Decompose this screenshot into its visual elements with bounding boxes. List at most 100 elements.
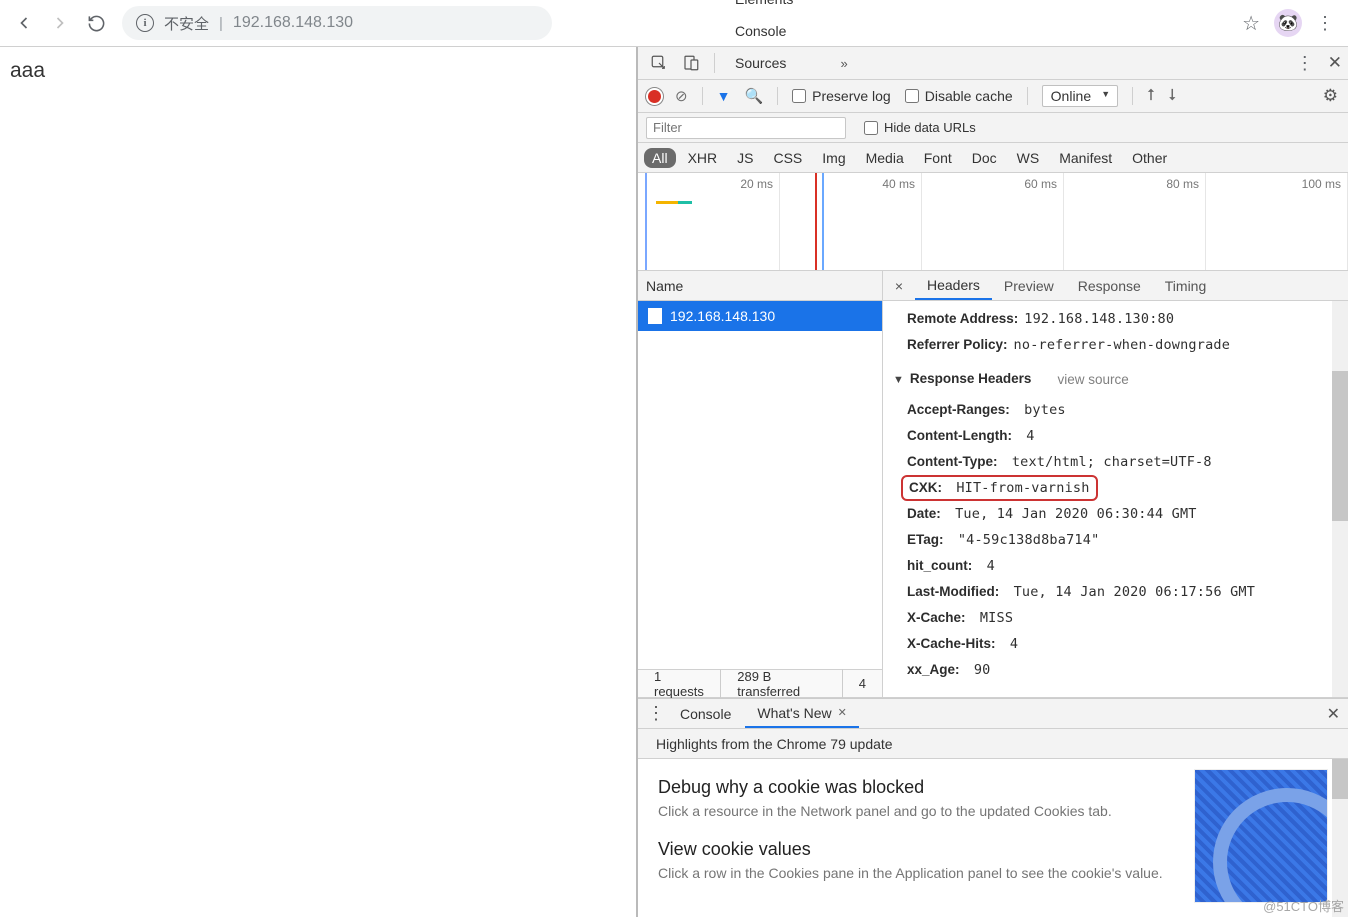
response-header-row: X-Cache-Hits: 4 <box>897 631 1348 657</box>
type-chip-img[interactable]: Img <box>814 148 853 168</box>
profile-avatar[interactable]: 🐼 <box>1274 9 1302 37</box>
hide-data-urls-checkbox[interactable]: Hide data URLs <box>864 120 976 135</box>
forward-button[interactable] <box>44 7 76 39</box>
close-icon[interactable]: ✕ <box>838 706 847 719</box>
scrollbar-track[interactable] <box>1332 301 1348 697</box>
download-har-icon[interactable]: ⭣ <box>1169 87 1177 105</box>
response-headers-section[interactable]: ▼Response Headers view source <box>893 366 1348 393</box>
disable-cache-checkbox[interactable]: Disable cache <box>905 88 1013 104</box>
type-chip-all[interactable]: All <box>644 148 676 168</box>
response-header-row: Accept-Ranges: bytes <box>897 397 1348 423</box>
page-content: aaa <box>0 47 636 917</box>
type-chip-doc[interactable]: Doc <box>964 148 1005 168</box>
filter-icon[interactable]: ▼ <box>717 88 731 104</box>
preserve-log-checkbox[interactable]: Preserve log <box>792 88 891 104</box>
tick-label: 40 ms <box>882 177 915 191</box>
devtools-panel: ElementsConsoleSourcesNetworkPerformance… <box>636 47 1348 917</box>
details-tabbar: × HeadersPreviewResponseTiming <box>883 271 1348 301</box>
drawer-close-icon[interactable]: ✕ <box>1327 704 1340 724</box>
network-body: Name 192.168.148.130 1 requests 289 B tr… <box>638 271 1348 698</box>
bookmark-star-icon[interactable]: ☆ <box>1242 11 1260 36</box>
clear-icon[interactable]: ⊘ <box>675 87 688 105</box>
request-details: × HeadersPreviewResponseTiming Remote Ad… <box>883 271 1348 697</box>
details-tab-response[interactable]: Response <box>1066 271 1153 300</box>
info-icon[interactable]: i <box>136 14 154 32</box>
devtools-close-icon[interactable]: ✕ <box>1328 53 1342 73</box>
response-header-row: Last-Modified: Tue, 14 Jan 2020 06:17:56… <box>897 579 1348 605</box>
network-timeline[interactable]: 20 ms 40 ms 60 ms 80 ms 100 ms <box>638 173 1348 271</box>
network-toolbar: ⊘ ▼ 🔍 Preserve log Disable cache Online … <box>638 80 1348 113</box>
drawer-heading: Highlights from the Chrome 79 update <box>638 729 1348 759</box>
devtools-tab-sources[interactable]: Sources <box>723 47 827 79</box>
settings-gear-icon[interactable]: ⚙ <box>1323 86 1338 106</box>
filter-input[interactable] <box>646 117 846 139</box>
whatsnew-item-desc: Click a row in the Cookies pane in the A… <box>658 864 1198 883</box>
scrollbar-track[interactable] <box>1332 759 1348 917</box>
search-icon[interactable]: 🔍 <box>744 87 763 105</box>
address-bar[interactable]: i 不安全 | 192.168.148.130 <box>122 6 552 40</box>
resource-type-filter: AllXHRJSCSSImgMediaFontDocWSManifestOthe… <box>638 143 1348 173</box>
type-chip-xhr[interactable]: XHR <box>680 148 726 168</box>
type-chip-media[interactable]: Media <box>858 148 912 168</box>
scrollbar-thumb[interactable] <box>1332 759 1348 799</box>
request-row[interactable]: 192.168.148.130 <box>638 301 882 331</box>
details-tab-headers[interactable]: Headers <box>915 271 992 300</box>
request-list: Name 192.168.148.130 1 requests 289 B tr… <box>638 271 883 697</box>
tick-label: 100 ms <box>1302 177 1341 191</box>
tick-label: 60 ms <box>1024 177 1057 191</box>
more-tabs-icon[interactable]: » <box>829 48 859 78</box>
whatsnew-item-title[interactable]: View cookie values <box>658 839 1198 860</box>
throttling-select[interactable]: Online <box>1042 85 1118 107</box>
devtools-tab-elements[interactable]: Elements <box>723 0 827 15</box>
whatsnew-item-title[interactable]: Debug why a cookie was blocked <box>658 777 1198 798</box>
scrollbar-thumb[interactable] <box>1332 371 1348 521</box>
request-footer: 1 requests 289 B transferred 4 <box>638 669 882 697</box>
watermark: @51CTO博客 <box>1263 896 1344 915</box>
type-chip-ws[interactable]: WS <box>1009 148 1048 168</box>
response-header-row: xx_Age: 90 <box>897 657 1348 683</box>
response-header-row: Content-Type: text/html; charset=UTF-8 <box>897 449 1348 475</box>
type-chip-css[interactable]: CSS <box>765 148 810 168</box>
type-chip-js[interactable]: JS <box>729 148 761 168</box>
drawer-body: Debug why a cookie was blocked Click a r… <box>638 759 1348 917</box>
response-header-row: hit_count: 4 <box>897 553 1348 579</box>
response-header-row: Content-Length: 4 <box>897 423 1348 449</box>
url-text: 192.168.148.130 <box>233 14 353 32</box>
view-source-link[interactable]: view source <box>1057 367 1128 392</box>
network-filter-row: Hide data URLs <box>638 113 1348 143</box>
devtools-menu-icon[interactable]: ⋮ <box>1296 53 1314 74</box>
upload-har-icon[interactable]: ⭡ <box>1147 87 1155 105</box>
document-icon <box>648 308 662 324</box>
browser-menu-icon[interactable]: ⋮ <box>1316 13 1334 34</box>
details-tab-preview[interactable]: Preview <box>992 271 1066 300</box>
name-column-header[interactable]: Name <box>638 271 882 301</box>
response-header-row: CXK: HIT-from-varnish <box>897 475 1348 501</box>
drawer-tab-whats-new[interactable]: What's New✕ <box>745 699 858 728</box>
whatsnew-item-desc: Click a resource in the Network panel an… <box>658 802 1198 821</box>
record-button[interactable] <box>648 90 661 103</box>
inspect-icon[interactable] <box>644 48 674 78</box>
devtools-tab-console[interactable]: Console <box>723 15 827 47</box>
type-chip-other[interactable]: Other <box>1124 148 1175 168</box>
details-close-icon[interactable]: × <box>887 278 911 294</box>
device-toggle-icon[interactable] <box>676 48 706 78</box>
insecure-label: 不安全 <box>164 13 209 34</box>
browser-toolbar: i 不安全 | 192.168.148.130 ☆ 🐼 ⋮ <box>0 0 1348 47</box>
drawer-tabbar: ⋮ Console What's New✕ ✕ <box>638 699 1348 729</box>
devtools-drawer: ⋮ Console What's New✕ ✕ Highlights from … <box>638 698 1348 917</box>
drawer-tab-console[interactable]: Console <box>668 699 743 728</box>
type-chip-manifest[interactable]: Manifest <box>1051 148 1120 168</box>
details-tab-timing[interactable]: Timing <box>1153 271 1219 300</box>
page-body-text: aaa <box>10 59 45 82</box>
drawer-menu-icon[interactable]: ⋮ <box>646 703 666 724</box>
tick-label: 80 ms <box>1166 177 1199 191</box>
response-header-row: ETag: "4-59c138d8ba714" <box>897 527 1348 553</box>
response-header-row: Date: Tue, 14 Jan 2020 06:30:44 GMT <box>897 501 1348 527</box>
type-chip-font[interactable]: Font <box>916 148 960 168</box>
back-button[interactable] <box>8 7 40 39</box>
separator: | <box>219 15 223 32</box>
headers-panel: Remote Address:192.168.148.130:80 Referr… <box>883 301 1348 697</box>
reload-button[interactable] <box>80 7 112 39</box>
request-name: 192.168.148.130 <box>670 308 775 324</box>
tick-label: 20 ms <box>740 177 773 191</box>
